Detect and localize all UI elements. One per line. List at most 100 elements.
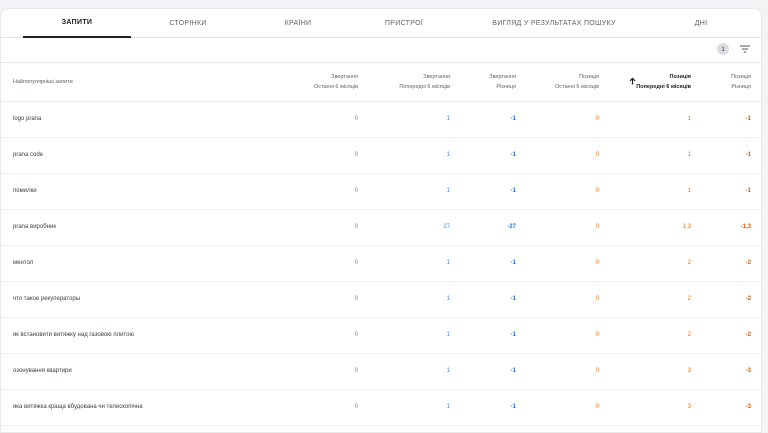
active-filter-count-badge[interactable]: 1 [717, 43, 729, 55]
clicks-diff-cell: -1 [510, 116, 516, 122]
column-header-clicks-last[interactable]: Звертання Останні 6 місяців [314, 72, 358, 92]
position-diff-cell: -3 [745, 368, 751, 374]
position-prev-cell: 1 [687, 188, 691, 194]
query-cell: что такое рекуператоры [13, 296, 81, 302]
query-cell: озонування квартири [13, 368, 72, 374]
clicks-prev-cell: 1 [446, 332, 450, 338]
table-row[interactable]: prana code 0 1 -1 0 1 -1 [1, 138, 761, 174]
position-diff-cell: -3 [745, 404, 751, 410]
clicks-prev-cell: 1 [446, 404, 450, 410]
position-last-cell: 0 [595, 296, 599, 302]
position-diff-cell: -1 [745, 116, 751, 122]
table-row[interactable]: logo prana 0 1 -1 0 1 -1 [1, 102, 761, 138]
clicks-prev-cell: 1 [446, 116, 450, 122]
column-header-queries[interactable]: Найпопулярніші запити [13, 77, 73, 87]
clicks-diff-cell: -27 [507, 224, 516, 230]
tab-days[interactable]: ДНІ [651, 9, 751, 38]
clicks-prev-cell: 1 [446, 188, 450, 194]
position-diff-cell: -1,3 [740, 224, 751, 230]
column-header-clicks-prev[interactable]: Звертання Попередні 6 місяців [399, 72, 450, 92]
position-last-cell: 0 [595, 404, 599, 410]
query-cell: prana code [13, 152, 44, 158]
table-row[interactable]: помилки 0 1 -1 0 1 -1 [1, 174, 761, 210]
clicks-last-cell: 0 [354, 296, 358, 302]
position-diff-cell: -2 [745, 296, 751, 302]
position-prev-cell: 1 [687, 116, 691, 122]
table-row[interactable]: яка витяжка краща вбудована чи телескопі… [1, 390, 761, 426]
tab-devices[interactable]: ПРИСТРОЇ [351, 9, 457, 38]
tab-pages[interactable]: СТОРІНКИ [131, 9, 245, 38]
query-cell: яка витяжка краща вбудована чи телескопі… [13, 404, 143, 410]
table-row[interactable]: ментол 0 1 -1 0 2 -2 [1, 246, 761, 282]
sort-ascending-icon [629, 77, 636, 85]
position-prev-cell: 3 [687, 404, 691, 410]
position-prev-cell: 1 [687, 152, 691, 158]
clicks-last-cell: 0 [354, 224, 358, 230]
clicks-last-cell: 0 [354, 368, 358, 374]
table-row[interactable]: что такое рекуператоры 0 1 -1 0 2 -2 [1, 282, 761, 318]
performance-report-card: ЗАПИТИ СТОРІНКИ КРАЇНИ ПРИСТРОЇ ВИГЛЯД У… [0, 8, 762, 433]
column-header-period: Різниця [731, 84, 751, 90]
position-diff-cell: -2 [745, 260, 751, 266]
column-header-title: Звертання [489, 74, 516, 80]
query-cell: ментол [13, 260, 34, 266]
column-header-period: Останні 6 місяців [555, 84, 599, 90]
column-header-title: Позиція [669, 74, 691, 80]
clicks-diff-cell: -1 [510, 404, 516, 410]
clicks-diff-cell: -1 [510, 332, 516, 338]
position-diff-cell: -1 [745, 152, 751, 158]
clicks-last-cell: 0 [354, 116, 358, 122]
column-header-period: Різниця [496, 84, 516, 90]
table-row[interactable]: озонування квартири 0 1 -1 0 3 -3 [1, 354, 761, 390]
position-prev-cell: 2 [687, 296, 691, 302]
clicks-prev-cell: 1 [446, 296, 450, 302]
tab-queries[interactable]: ЗАПИТИ [23, 9, 131, 38]
column-header-period: Попередні 6 місяців [399, 84, 450, 90]
position-prev-cell: 2 [687, 332, 691, 338]
tab-search-appearance[interactable]: ВИГЛЯД У РЕЗУЛЬТАТАХ ПОШУКУ [457, 9, 651, 38]
clicks-diff-cell: -1 [510, 260, 516, 266]
query-cell: prana виробник [13, 224, 56, 230]
position-prev-cell: 1,3 [682, 224, 691, 230]
position-last-cell: 0 [595, 152, 599, 158]
clicks-diff-cell: -1 [510, 188, 516, 194]
table-body: logo prana 0 1 -1 0 1 -1 prana code 0 1 … [1, 102, 761, 426]
query-cell: помилки [13, 188, 37, 194]
column-header-title: Звертання [423, 74, 450, 80]
clicks-prev-cell: 27 [443, 224, 450, 230]
position-diff-cell: -2 [745, 332, 751, 338]
position-last-cell: 0 [595, 368, 599, 374]
position-diff-cell: -1 [745, 188, 751, 194]
position-last-cell: 0 [595, 224, 599, 230]
table-header: Найпопулярніші запити Звертання Останні … [1, 63, 761, 102]
position-prev-cell: 3 [687, 368, 691, 374]
column-header-title: Звертання [331, 74, 358, 80]
tab-countries[interactable]: КРАЇНИ [245, 9, 351, 38]
column-header-position-last[interactable]: Позиція Останні 6 місяців [555, 72, 599, 92]
table-row[interactable]: як встановити витяжку над газовою плитою… [1, 318, 761, 354]
column-header-title: Позиція [579, 74, 599, 80]
column-header-period: Останні 6 місяців [314, 84, 358, 90]
clicks-last-cell: 0 [354, 260, 358, 266]
clicks-last-cell: 0 [354, 332, 358, 338]
report-tabs: ЗАПИТИ СТОРІНКИ КРАЇНИ ПРИСТРОЇ ВИГЛЯД У… [1, 9, 761, 38]
clicks-diff-cell: -1 [510, 368, 516, 374]
clicks-prev-cell: 1 [446, 260, 450, 266]
table-row[interactable]: prana виробник 0 27 -27 0 1,3 -1,3 [1, 210, 761, 246]
filter-icon[interactable] [740, 44, 750, 54]
table-toolbar: 1 [1, 38, 761, 63]
clicks-prev-cell: 1 [446, 152, 450, 158]
clicks-diff-cell: -1 [510, 296, 516, 302]
position-prev-cell: 2 [687, 260, 691, 266]
column-header-clicks-diff[interactable]: Звертання Різниця [489, 72, 516, 92]
column-header-position-prev[interactable]: Позиція Попередні 6 місяців [636, 72, 691, 92]
position-last-cell: 0 [595, 260, 599, 266]
column-header-position-diff[interactable]: Позиція Різниця [731, 72, 751, 92]
column-header-period: Попередні 6 місяців [636, 84, 691, 90]
position-last-cell: 0 [595, 332, 599, 338]
position-last-cell: 0 [595, 188, 599, 194]
clicks-last-cell: 0 [354, 404, 358, 410]
position-last-cell: 0 [595, 116, 599, 122]
clicks-diff-cell: -1 [510, 152, 516, 158]
clicks-last-cell: 0 [354, 152, 358, 158]
